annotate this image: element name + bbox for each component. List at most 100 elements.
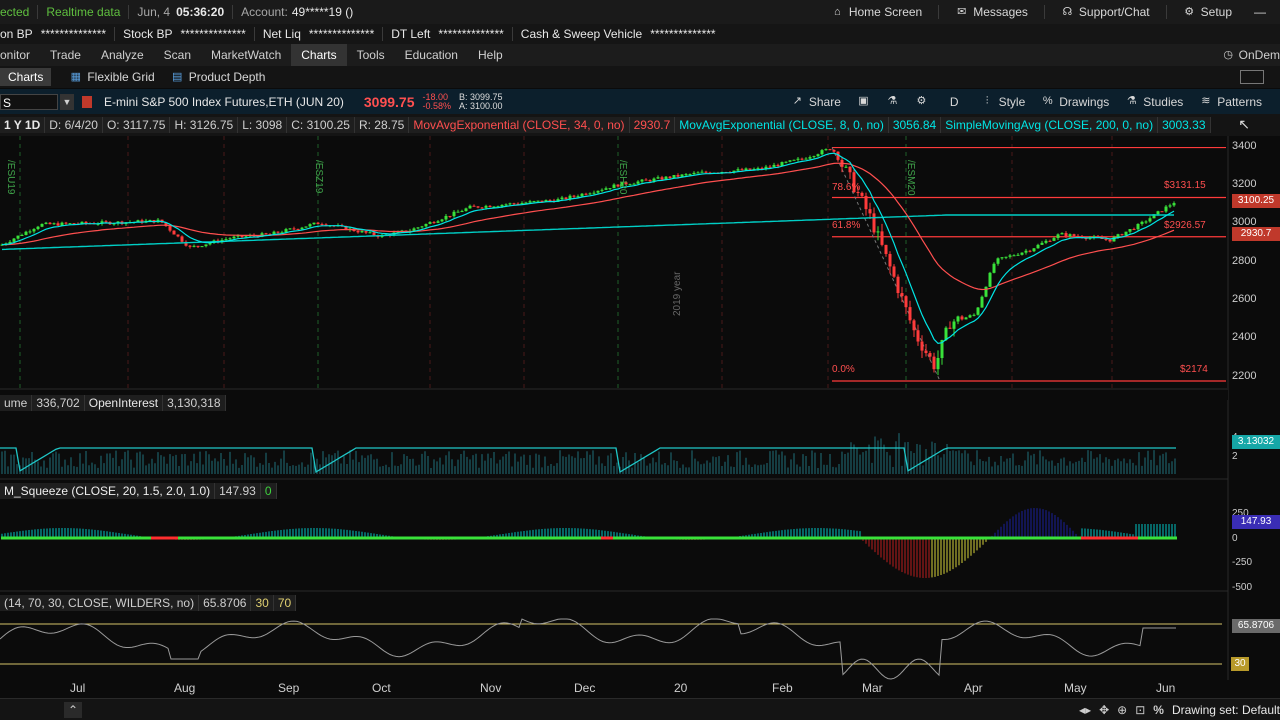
candle-body [1008,255,1012,257]
sma200-label[interactable]: SimpleMovingAvg (CLOSE, 200, 0, no) [941,117,1159,133]
menu-education[interactable]: Education [395,44,468,66]
candle-body [1128,229,1132,232]
minimize-button[interactable]: — [1240,5,1280,19]
candle-body [756,168,760,170]
drawing-tool-icon[interactable]: ↖ [1238,116,1250,133]
squeeze-dot [1135,536,1138,540]
x-label-oct: Oct [372,681,391,695]
ohlc-high: H: 3126.75 [170,117,239,133]
squeeze-dot [352,536,355,540]
rsi-header: (14, 70, 30, CLOSE, WILDERS, no) 65.8706… [0,595,297,611]
squeeze-dot [895,536,898,540]
squeeze-dot [103,536,106,540]
snapshot-button[interactable]: ▣ [849,95,878,108]
symbol-input[interactable]: S [0,93,58,110]
move-icon[interactable]: ✥ [1099,703,1109,717]
squeeze-dot [97,536,100,540]
menu-monitor[interactable]: onitor [0,44,40,66]
connection-status: ected [0,5,30,19]
squeeze-label[interactable]: M_Squeeze (CLOSE, 20, 1.5, 2.0, 1.0) [0,483,216,499]
setup-button[interactable]: ⚙ Setup [1175,5,1240,19]
window-icon[interactable] [1240,70,1264,84]
squeeze-dot [976,536,979,540]
aggregation-button[interactable]: D [936,95,973,109]
squeeze-dot [682,536,685,540]
chart-period[interactable]: 1 Y 1D [0,117,46,133]
account-selector[interactable]: 49*****19 () [292,5,353,19]
top-status-bar: ected Realtime data Jun, 4 05:36:20 Acco… [0,0,1280,25]
candle-body [596,190,600,193]
oi-label[interactable]: OpenInterest [84,395,164,411]
squeeze-dot [40,536,43,540]
pan-left-icon[interactable]: ◂▸ [1079,703,1091,717]
menu-analyze[interactable]: Analyze [91,44,154,66]
symbol-dropdown-icon[interactable]: ▼ [60,93,74,110]
squeeze-dot [271,536,274,540]
squeeze-dot [1072,536,1075,540]
squeeze-dot [307,536,310,540]
menu-tools[interactable]: Tools [347,44,395,66]
ondemand-button[interactable]: ◷ OnDem [1222,48,1280,62]
drawings-button[interactable]: % Drawings [1033,95,1117,109]
tab-flexible-grid[interactable]: ▦ Flexible Grid [61,70,162,84]
squeeze-extra: 0 [260,483,277,499]
squeeze-dot [439,536,442,540]
zoom-icon[interactable]: ⊕ [1117,703,1127,717]
style-button[interactable]: ⫶ Style [973,95,1034,109]
tab-product-depth[interactable]: ▤ Product Depth [163,70,274,84]
candle-body [860,192,864,196]
main-menu: onitor Trade Analyze Scan MarketWatch Ch… [0,44,1280,67]
drawing-set-label: Drawing set: Default [1171,703,1280,717]
messages-button[interactable]: ✉ Messages [947,5,1036,19]
squeeze-dot [1060,536,1063,540]
fit-icon[interactable]: ⊡ [1135,703,1145,717]
menu-scan[interactable]: Scan [154,44,201,66]
menu-trade[interactable]: Trade [40,44,91,66]
squeeze-dot [715,536,718,540]
expiry-label-4: /ESM20 [905,160,916,196]
squeeze-dot [1063,536,1066,540]
ema8-label[interactable]: MovAvgExponential (CLOSE, 8, 0, no) [675,117,889,133]
home-screen-button[interactable]: ⌂ Home Screen [823,5,930,19]
squeeze-dot [628,536,631,540]
squeeze-dot [274,536,277,540]
squeeze-dot [151,536,154,540]
candle-body [504,204,508,206]
candle-body [1068,234,1072,237]
menu-charts[interactable]: Charts [291,44,347,66]
squeeze-dot [1147,536,1150,540]
candle-body [484,205,488,208]
collapse-icon[interactable]: ⌃ [64,702,82,718]
squeeze-dot [565,536,568,540]
link-color-icon[interactable] [82,95,92,108]
headset-icon: ☊ [1062,5,1073,18]
candle-body [224,239,228,241]
ema34-value: 2930.7 [629,117,676,133]
squeeze-dot [94,536,97,540]
chart-settings-button[interactable]: ⚙ [907,95,936,108]
volume-label[interactable]: ume [0,395,33,411]
candle-body [16,235,20,239]
squeeze-dot [661,536,664,540]
percent-icon[interactable]: % [1153,703,1164,717]
share-button[interactable]: ↗ Share [783,95,849,109]
rsi-label[interactable]: (14, 70, 30, CLOSE, WILDERS, no) [0,595,200,611]
studies-button[interactable]: ⚗ Studies [1117,95,1191,109]
support-chat-button[interactable]: ☊ Support/Chat [1053,5,1158,19]
gear-icon: ⚙ [916,95,927,107]
ema34-label[interactable]: MovAvgExponential (CLOSE, 34, 0, no) [409,117,630,133]
tab-charts[interactable]: Charts [0,68,52,86]
chart-subtabs: Charts ▦ Flexible Grid ▤ Product Depth [0,66,1280,88]
candle-body [192,245,196,247]
menu-help[interactable]: Help [468,44,513,66]
candle-body [952,321,956,329]
menu-marketwatch[interactable]: MarketWatch [201,44,291,66]
squeeze-dot [442,536,445,540]
candle-body [844,166,848,168]
flask-button[interactable]: ⚗ [878,95,907,108]
squeeze-dot [199,536,202,540]
squeeze-dot [568,536,571,540]
squeeze-dot [1030,536,1033,540]
patterns-button[interactable]: ≋ Patterns [1191,95,1270,109]
squeeze-dot [832,536,835,540]
